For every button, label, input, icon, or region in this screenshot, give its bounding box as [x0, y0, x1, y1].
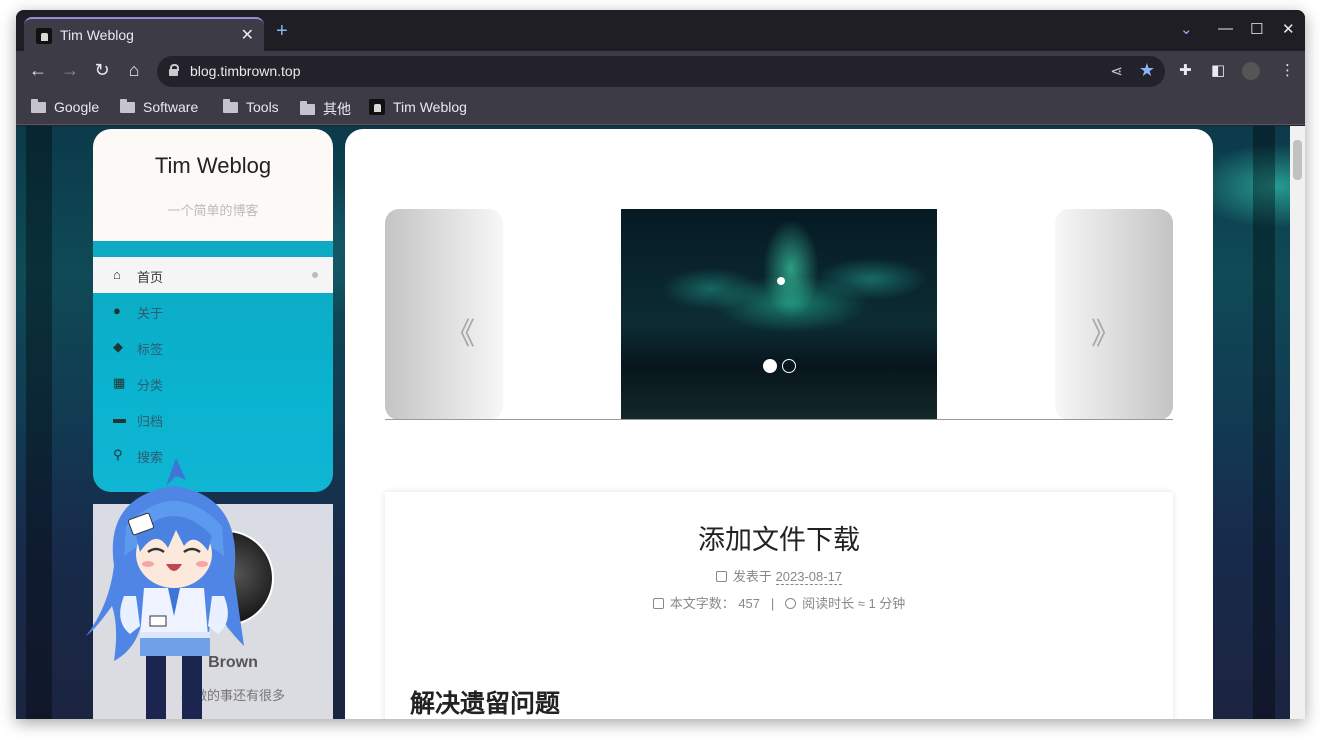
folder-icon: [120, 98, 135, 113]
word-count-label: 本文字数：: [669, 596, 735, 611]
site-favicon-icon: [369, 99, 385, 115]
browser-window: Tim Weblog ✕ + ⌄ — ☐ ✕ ← → ↻ ⌂ blog.timb…: [16, 10, 1305, 719]
reading-time: 阅读时长 ≈ 1 分钟: [802, 596, 906, 611]
tab-tim-weblog[interactable]: Tim Weblog ✕: [24, 17, 264, 51]
bookmark-label: 其他: [323, 101, 351, 117]
new-tab-button[interactable]: +: [276, 20, 288, 43]
share-icon[interactable]: ⋖: [1110, 62, 1123, 80]
posted-label: 发表于: [732, 569, 772, 584]
site-subtitle: 一个简单的博客: [167, 203, 259, 218]
carousel-prev-button[interactable]: [385, 209, 503, 420]
background-stripe: [1253, 126, 1275, 719]
meta-separator: |: [770, 596, 775, 611]
site-favicon-icon: [36, 28, 52, 44]
clock-icon: [785, 598, 797, 609]
reload-icon[interactable]: ↻: [91, 60, 113, 81]
background-stripe: [26, 126, 52, 719]
menu-item-label: 分类: [137, 378, 164, 393]
post-title[interactable]: 添加文件下载: [385, 518, 1173, 557]
folder-icon: [300, 100, 315, 115]
menu-item-tags[interactable]: ◆ 标签: [93, 329, 333, 365]
sidebar-menu: ⌂ 首页 ● 关于 ◆ 标签 ▦ 分类 ▬ 归档 ⚲ 搜索: [93, 241, 333, 492]
carousel-slide-image: [621, 209, 937, 419]
file-word-icon: [652, 598, 664, 609]
minimize-icon[interactable]: —: [1218, 20, 1233, 37]
back-icon[interactable]: ←: [27, 60, 49, 81]
menu-item-categories[interactable]: ▦ 分类: [93, 365, 333, 401]
maximize-icon[interactable]: ☐: [1250, 20, 1263, 38]
bookmark-other[interactable]: 其他: [300, 99, 351, 119]
tab-close-icon[interactable]: ✕: [241, 25, 254, 45]
grid-icon: ▦: [113, 375, 126, 390]
bookmark-software[interactable]: Software: [120, 98, 199, 115]
bookmark-tools[interactable]: Tools: [223, 98, 279, 115]
tab-title: Tim Weblog: [60, 27, 134, 43]
menu-item-about[interactable]: ● 关于: [93, 293, 333, 329]
folder-icon: [31, 98, 46, 113]
site-title[interactable]: Tim Weblog: [93, 153, 333, 179]
active-indicator: [312, 272, 318, 278]
menu-item-label: 首页: [137, 270, 164, 285]
bookmark-label: Software: [143, 99, 199, 115]
home-icon[interactable]: ⌂: [123, 60, 145, 81]
bookmark-label: Google: [54, 99, 100, 115]
bookmark-label: Tools: [246, 99, 279, 115]
carousel-indicator-1[interactable]: [763, 359, 777, 373]
page-viewport: Tim Weblog 一个简单的博客 ⌂ 首页 ● 关于 ◆ 标签 ▦ 分类 ▬…: [16, 126, 1305, 719]
url-text[interactable]: blog.timbrown.top: [190, 63, 301, 79]
post-date: 2023-08-17: [775, 569, 843, 585]
chevron-right-icon[interactable]: 》: [1091, 309, 1121, 353]
forward-icon[interactable]: →: [59, 60, 81, 81]
bookmark-star-icon[interactable]: ★: [1139, 60, 1155, 81]
post-heading: 解决遗留问题: [410, 690, 561, 718]
browser-toolbar: ← → ↻ ⌂ blog.timbrown.top ⋖ ★ ✚ ◧ ⋮: [16, 51, 1305, 92]
profile-avatar-icon[interactable]: [1242, 62, 1260, 80]
extensions-icon[interactable]: ✚: [1179, 61, 1192, 79]
home-icon: ⌂: [113, 267, 121, 282]
menu-item-label: 归档: [137, 414, 164, 429]
post-card: 添加文件下载 发表于 2023-08-17 本文字数： 457 | 阅读时长 ≈…: [385, 492, 1173, 719]
post-meta-date: 发表于 2023-08-17: [385, 566, 1173, 585]
image-carousel: 《 》: [385, 209, 1173, 420]
tags-icon: ◆: [113, 339, 123, 354]
bookmark-label: Tim Weblog: [393, 99, 467, 115]
menu-kebab-icon[interactable]: ⋮: [1280, 61, 1295, 79]
side-panel-icon[interactable]: ◧: [1211, 61, 1225, 79]
tab-search-icon[interactable]: ⌄: [1180, 20, 1193, 38]
carousel-baseline: [385, 419, 1173, 420]
moon: [777, 277, 785, 285]
page-scrollbar[interactable]: [1290, 126, 1305, 719]
calendar-icon: [715, 571, 727, 582]
anime-mascot[interactable]: [84, 456, 244, 719]
site-brand: Tim Weblog 一个简单的博客: [93, 129, 333, 241]
bookmark-tim-weblog[interactable]: Tim Weblog: [369, 99, 467, 115]
menu-item-label: 标签: [137, 342, 164, 357]
bookmark-google[interactable]: Google: [31, 98, 100, 115]
menu-item-home[interactable]: ⌂ 首页: [93, 257, 333, 293]
chevron-left-icon[interactable]: 《: [445, 309, 475, 353]
lock-icon: [169, 64, 179, 76]
main-content: 《 》 添加文件下载 发表于 2023-08-17 本文字数： 457 | 阅读…: [345, 129, 1213, 719]
address-bar[interactable]: blog.timbrown.top ⋖ ★: [157, 56, 1165, 87]
scrollbar-thumb[interactable]: [1293, 140, 1302, 180]
tab-strip: Tim Weblog ✕ + ⌄ — ☐ ✕: [16, 10, 1305, 51]
word-count: 457: [738, 596, 761, 611]
window-close-icon[interactable]: ✕: [1282, 20, 1295, 38]
bookmarks-bar: Google Software Tools 其他 Tim Weblog: [16, 92, 1305, 125]
user-icon: ●: [113, 303, 121, 318]
post-meta-stats: 本文字数： 457 | 阅读时长 ≈ 1 分钟: [385, 593, 1173, 612]
carousel-indicator-2[interactable]: [782, 359, 796, 373]
archive-icon: ▬: [113, 411, 126, 426]
menu-item-archives[interactable]: ▬ 归档: [93, 401, 333, 437]
menu-item-label: 关于: [137, 306, 164, 321]
folder-icon: [223, 98, 238, 113]
